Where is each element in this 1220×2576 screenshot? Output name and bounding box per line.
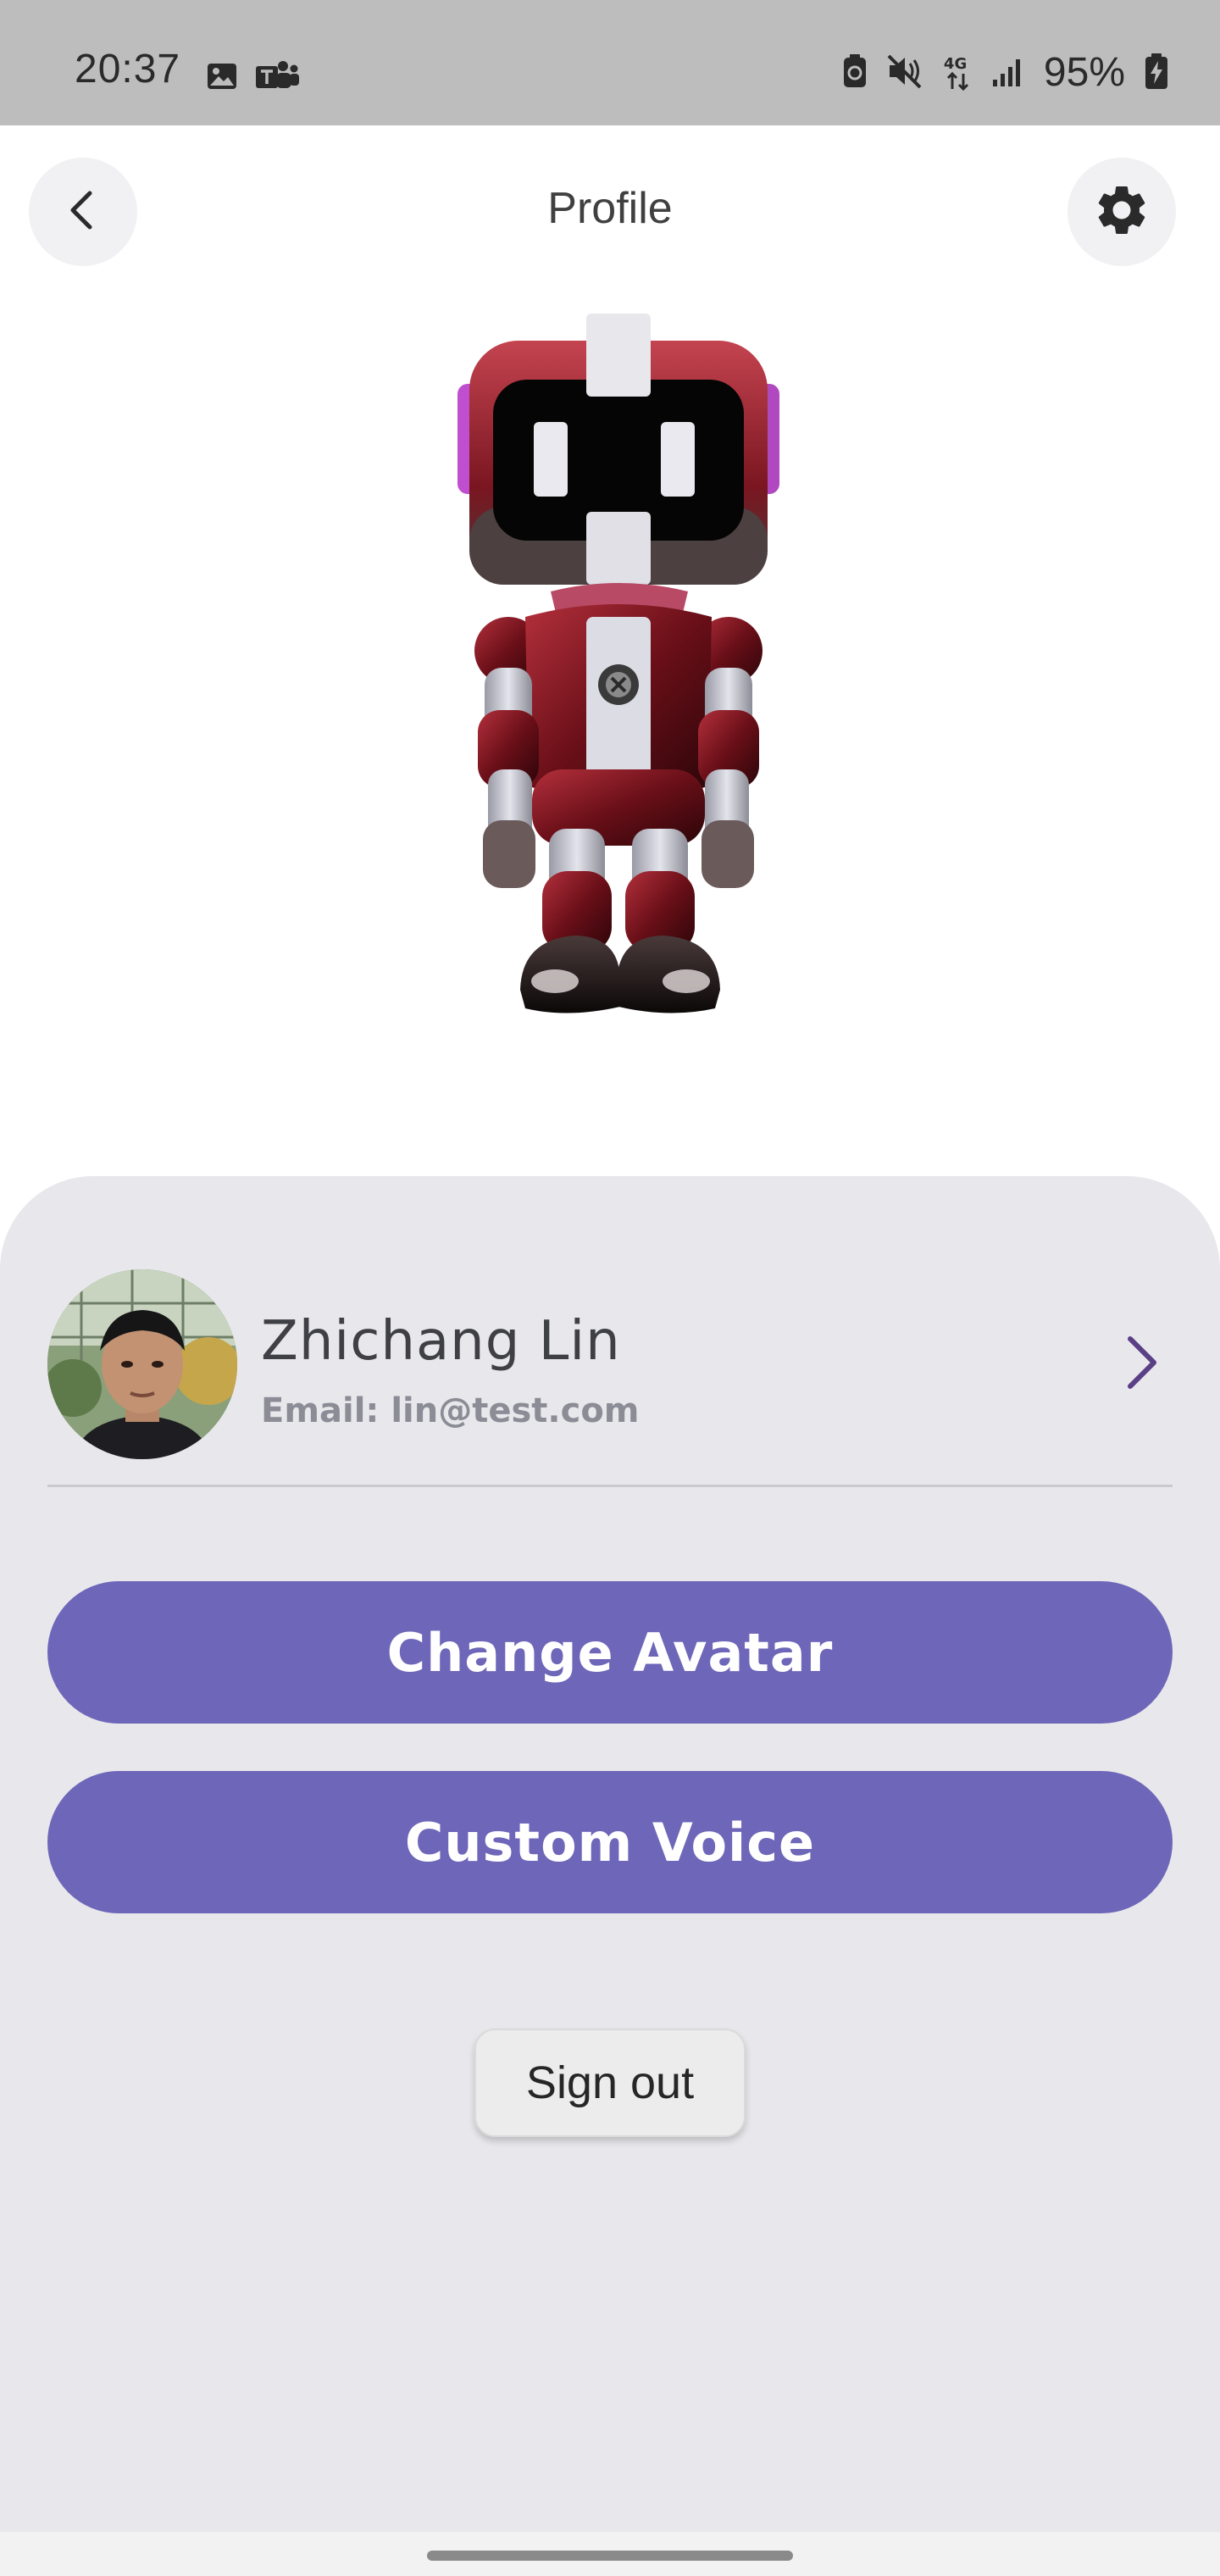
mute-icon (886, 53, 923, 92)
status-bar: 20:37 4G 95% (0, 0, 1220, 125)
4g-signal-icon: 4G (942, 55, 973, 91)
page-title: Profile (547, 184, 673, 233)
settings-button[interactable] (1068, 158, 1176, 266)
network-type-label: 4G (943, 55, 968, 73)
gear-icon (1092, 180, 1151, 243)
avatar (47, 1269, 237, 1459)
status-left-icons (205, 59, 300, 97)
battery-percent: 95% (1043, 50, 1125, 95)
home-indicator[interactable] (427, 2551, 793, 2561)
divider (47, 1485, 1173, 1487)
profile-panel: Zhichang Lin Email: lin@test.com Change … (0, 1176, 1220, 2532)
change-avatar-button[interactable]: Change Avatar (47, 1581, 1173, 1724)
sign-out-button[interactable]: Sign out (474, 2029, 746, 2137)
status-time: 20:37 (75, 47, 181, 92)
avatar-stage (0, 295, 1220, 1176)
robot-avatar (458, 314, 779, 1013)
system-nav-bar (0, 2532, 1220, 2576)
profile-row[interactable]: Zhichang Lin Email: lin@test.com (47, 1269, 1173, 1481)
battery-charging-icon (1144, 53, 1169, 93)
gallery-icon (205, 59, 239, 97)
cell-signal-icon (991, 54, 1025, 92)
status-right-icons: 4G 95% (842, 53, 1169, 93)
custom-voice-button[interactable]: Custom Voice (47, 1771, 1173, 1913)
teams-icon (254, 59, 300, 97)
user-email: Email: lin@test.com (261, 1391, 640, 1430)
user-name: Zhichang Lin (261, 1310, 621, 1373)
battery-saver-icon (842, 53, 868, 92)
top-bar: Profile (0, 125, 1220, 295)
chevron-right-icon[interactable] (1115, 1329, 1166, 1400)
